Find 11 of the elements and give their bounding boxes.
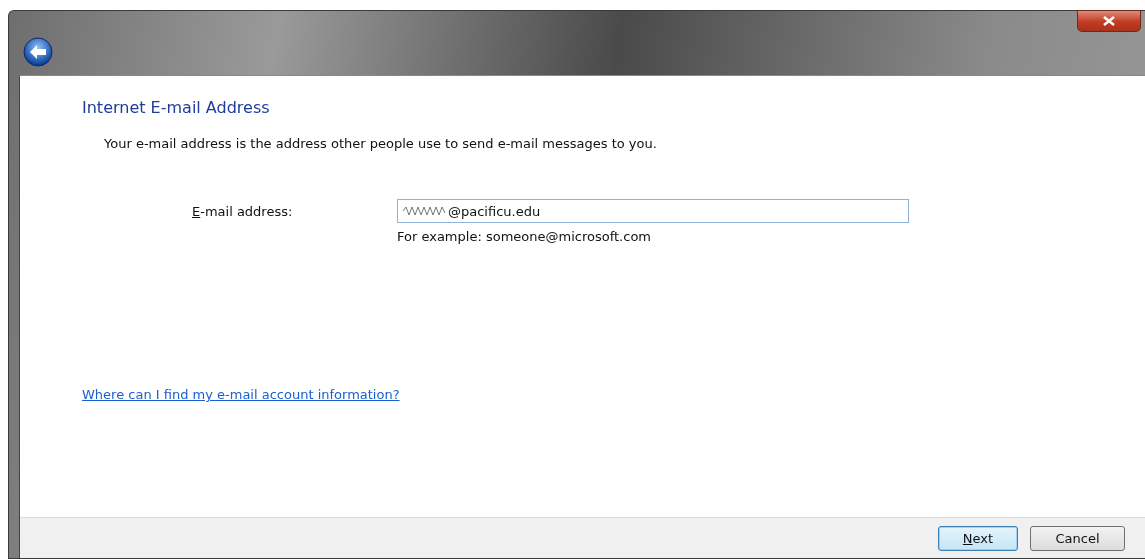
close-icon [1102,16,1116,26]
close-button[interactable] [1077,10,1141,32]
page-heading: Internet E-mail Address [82,98,271,117]
cancel-button[interactable]: Cancel [1030,525,1125,551]
example-hint: For example: someone@microsoft.com [397,229,652,244]
email-field[interactable]: @pacificu.edu [397,199,909,223]
description-text: Your e-mail address is the address other people use to send e-mail messages to you. [104,136,658,151]
email-label: E-mail address: [192,203,294,219]
redaction-drawing [402,204,446,218]
next-button[interactable]: Next [938,525,1018,551]
help-link[interactable]: Where can I find my e-mail account information? [82,387,400,402]
